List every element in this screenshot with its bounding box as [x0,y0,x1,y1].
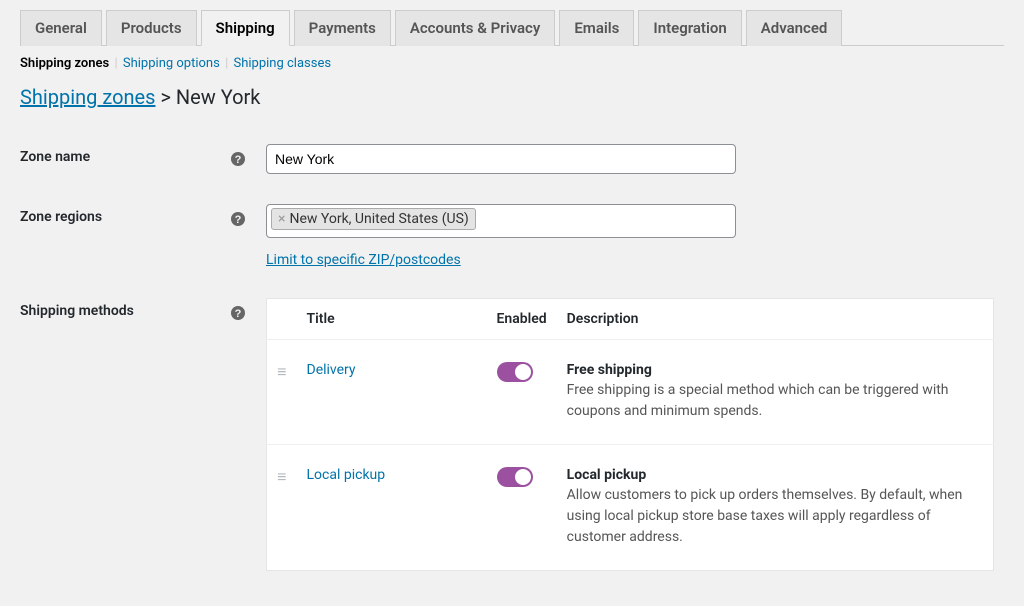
limit-zip-link[interactable]: Limit to specific ZIP/postcodes [266,252,461,268]
method-description-title: Local pickup [567,467,983,483]
tab-payments[interactable]: Payments [294,10,391,46]
zone-name-input[interactable] [266,144,736,174]
drag-handle-icon[interactable]: ≡ [277,467,286,486]
help-icon[interactable]: ? [230,305,246,321]
tab-shipping[interactable]: Shipping [201,10,290,46]
zone-regions-select[interactable]: × New York, United States (US) [266,204,736,238]
breadcrumb-root-link[interactable]: Shipping zones [20,85,155,109]
table-row: ≡ Local pickup Local pickup Allow custom… [267,445,994,571]
col-description: Description [557,299,994,340]
tab-general[interactable]: General [20,10,102,46]
method-title-link[interactable]: Local pickup [307,467,386,483]
breadcrumb: Shipping zones > New York [20,85,1004,109]
tab-integration[interactable]: Integration [638,10,741,46]
settings-tabs: General Products Shipping Payments Accou… [20,0,1004,46]
help-icon[interactable]: ? [230,211,246,227]
tab-accounts-privacy[interactable]: Accounts & Privacy [395,10,556,46]
tab-advanced[interactable]: Advanced [746,10,843,46]
zone-regions-label: Zone regions [20,189,230,283]
tab-products[interactable]: Products [106,10,197,46]
shipping-methods-table: Title Enabled Description ≡ Delivery [266,298,994,571]
subtab-shipping-zones[interactable]: Shipping zones [20,56,109,71]
region-chip-label: New York, United States (US) [289,211,468,227]
method-description-text: Allow customers to pick up orders themse… [567,485,983,548]
shipping-subsections: Shipping zones | Shipping options | Ship… [20,56,1004,71]
enabled-toggle[interactable] [497,362,533,382]
zone-name-label: Zone name [20,129,230,189]
col-enabled: Enabled [487,299,557,340]
method-title-link[interactable]: Delivery [307,362,356,378]
subtab-shipping-options[interactable]: Shipping options [123,56,220,71]
remove-region-icon[interactable]: × [278,211,285,227]
enabled-toggle[interactable] [497,467,533,487]
help-icon[interactable]: ? [230,151,246,167]
tab-emails[interactable]: Emails [559,10,634,46]
drag-handle-icon[interactable]: ≡ [277,362,286,381]
svg-text:?: ? [235,154,242,166]
subtab-shipping-classes[interactable]: Shipping classes [233,56,331,71]
region-chip[interactable]: × New York, United States (US) [271,208,476,230]
table-row: ≡ Delivery Free shipping Free shipping i… [267,340,994,445]
method-description-text: Free shipping is a special method which … [567,380,983,422]
breadcrumb-separator: > [160,85,170,109]
svg-text:?: ? [235,308,242,320]
method-description-title: Free shipping [567,362,983,378]
breadcrumb-current: New York [176,85,261,109]
col-title: Title [297,299,487,340]
svg-text:?: ? [235,214,242,226]
shipping-methods-label: Shipping methods [20,283,230,586]
